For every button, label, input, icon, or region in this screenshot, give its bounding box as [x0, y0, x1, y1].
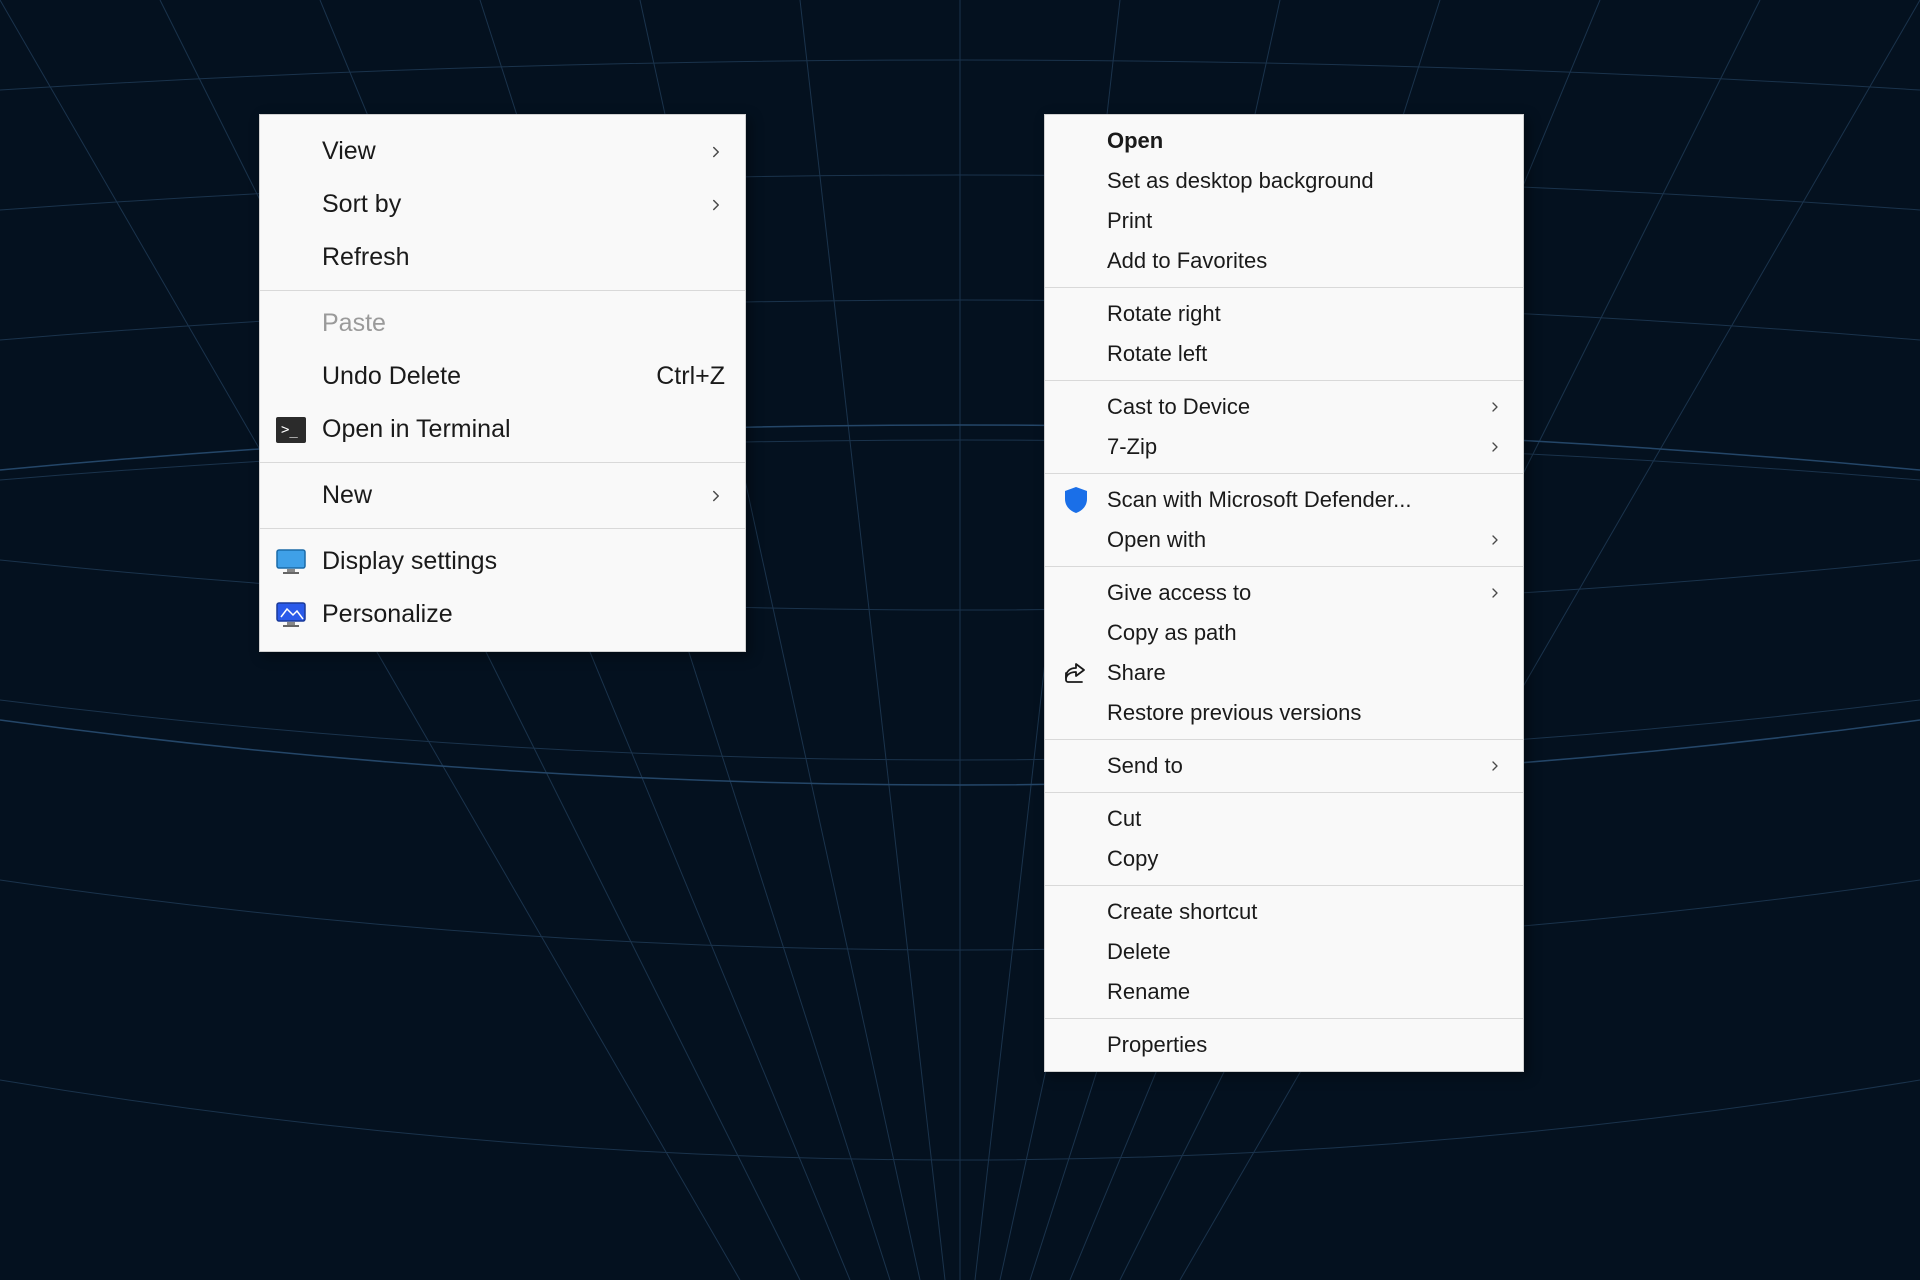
menu-item-create-shortcut[interactable]: Create shortcut	[1045, 892, 1523, 932]
menu-item-personalize[interactable]: Personalize	[260, 588, 745, 641]
chevron-right-icon	[1487, 439, 1503, 455]
menu-item-give-access-to[interactable]: Give access to	[1045, 573, 1523, 613]
menu-item-delete[interactable]: Delete	[1045, 932, 1523, 972]
svg-text:>_: >_	[281, 422, 298, 438]
menu-label: Delete	[1107, 939, 1503, 965]
chevron-right-icon	[707, 143, 725, 161]
chevron-right-icon	[1487, 399, 1503, 415]
menu-item-share[interactable]: Share	[1045, 653, 1523, 693]
menu-item-scan-defender[interactable]: Scan with Microsoft Defender...	[1045, 480, 1523, 520]
menu-item-cast-to-device[interactable]: Cast to Device	[1045, 387, 1523, 427]
chevron-right-icon	[1487, 585, 1503, 601]
menu-separator	[1045, 792, 1523, 793]
terminal-icon: >_	[274, 413, 308, 447]
menu-label: Cut	[1107, 806, 1503, 832]
menu-item-cut[interactable]: Cut	[1045, 799, 1523, 839]
menu-item-open-in-terminal[interactable]: >_ Open in Terminal	[260, 403, 745, 456]
file-context-menu: Open Set as desktop background Print Add…	[1044, 114, 1524, 1072]
menu-item-restore-previous-versions[interactable]: Restore previous versions	[1045, 693, 1523, 733]
menu-label: Send to	[1107, 753, 1503, 779]
menu-item-view[interactable]: View	[260, 125, 745, 178]
menu-item-set-as-desktop-background[interactable]: Set as desktop background	[1045, 161, 1523, 201]
menu-item-undo-delete[interactable]: Undo Delete Ctrl+Z	[260, 350, 745, 403]
menu-label: Copy	[1107, 846, 1503, 872]
menu-label: Personalize	[322, 600, 725, 629]
menu-separator	[260, 290, 745, 291]
menu-label: Set as desktop background	[1107, 168, 1503, 194]
menu-label: Open	[1107, 128, 1503, 154]
menu-item-send-to[interactable]: Send to	[1045, 746, 1523, 786]
menu-label: Scan with Microsoft Defender...	[1107, 487, 1503, 513]
menu-item-rotate-left[interactable]: Rotate left	[1045, 334, 1523, 374]
menu-label: Open with	[1107, 527, 1503, 553]
menu-separator	[1045, 473, 1523, 474]
menu-item-copy[interactable]: Copy	[1045, 839, 1523, 879]
menu-label: Properties	[1107, 1032, 1503, 1058]
menu-item-7zip[interactable]: 7-Zip	[1045, 427, 1523, 467]
menu-label: Rename	[1107, 979, 1503, 1005]
menu-label: Give access to	[1107, 580, 1503, 606]
desktop-context-menu: View Sort by Refresh Paste Undo Delete C…	[259, 114, 746, 652]
menu-label: Print	[1107, 208, 1503, 234]
menu-label: Paste	[322, 309, 725, 338]
menu-label: Cast to Device	[1107, 394, 1503, 420]
chevron-right-icon	[707, 196, 725, 214]
menu-label: Add to Favorites	[1107, 248, 1503, 274]
menu-label: Undo Delete	[322, 362, 626, 391]
chevron-right-icon	[707, 487, 725, 505]
menu-label: Create shortcut	[1107, 899, 1503, 925]
menu-label: New	[322, 481, 725, 510]
menu-item-properties[interactable]: Properties	[1045, 1025, 1523, 1065]
menu-label: Display settings	[322, 547, 725, 576]
menu-label: Refresh	[322, 243, 725, 272]
menu-shortcut: Ctrl+Z	[656, 362, 725, 391]
menu-separator	[1045, 739, 1523, 740]
menu-item-open-with[interactable]: Open with	[1045, 520, 1523, 560]
menu-label: View	[322, 137, 725, 166]
menu-label: Rotate left	[1107, 341, 1503, 367]
chevron-right-icon	[1487, 758, 1503, 774]
share-icon	[1059, 656, 1093, 690]
menu-separator	[260, 528, 745, 529]
menu-label: Restore previous versions	[1107, 700, 1503, 726]
menu-item-copy-as-path[interactable]: Copy as path	[1045, 613, 1523, 653]
personalize-icon	[274, 598, 308, 632]
menu-item-sort-by[interactable]: Sort by	[260, 178, 745, 231]
menu-label: Sort by	[322, 190, 725, 219]
shield-icon	[1059, 483, 1093, 517]
menu-item-open[interactable]: Open	[1045, 121, 1523, 161]
menu-separator	[1045, 1018, 1523, 1019]
menu-item-display-settings[interactable]: Display settings	[260, 535, 745, 588]
menu-item-new[interactable]: New	[260, 469, 745, 522]
menu-separator	[1045, 885, 1523, 886]
menu-label: Rotate right	[1107, 301, 1503, 327]
menu-separator	[1045, 287, 1523, 288]
chevron-right-icon	[1487, 532, 1503, 548]
menu-item-print[interactable]: Print	[1045, 201, 1523, 241]
menu-label: Copy as path	[1107, 620, 1503, 646]
menu-label: 7-Zip	[1107, 434, 1503, 460]
display-settings-icon	[274, 545, 308, 579]
menu-item-refresh[interactable]: Refresh	[260, 231, 745, 284]
menu-label: Share	[1107, 660, 1503, 686]
menu-item-paste: Paste	[260, 297, 745, 350]
menu-item-rename[interactable]: Rename	[1045, 972, 1523, 1012]
menu-separator	[260, 462, 745, 463]
menu-item-add-to-favorites[interactable]: Add to Favorites	[1045, 241, 1523, 281]
menu-separator	[1045, 566, 1523, 567]
menu-separator	[1045, 380, 1523, 381]
menu-item-rotate-right[interactable]: Rotate right	[1045, 294, 1523, 334]
menu-label: Open in Terminal	[322, 415, 725, 444]
